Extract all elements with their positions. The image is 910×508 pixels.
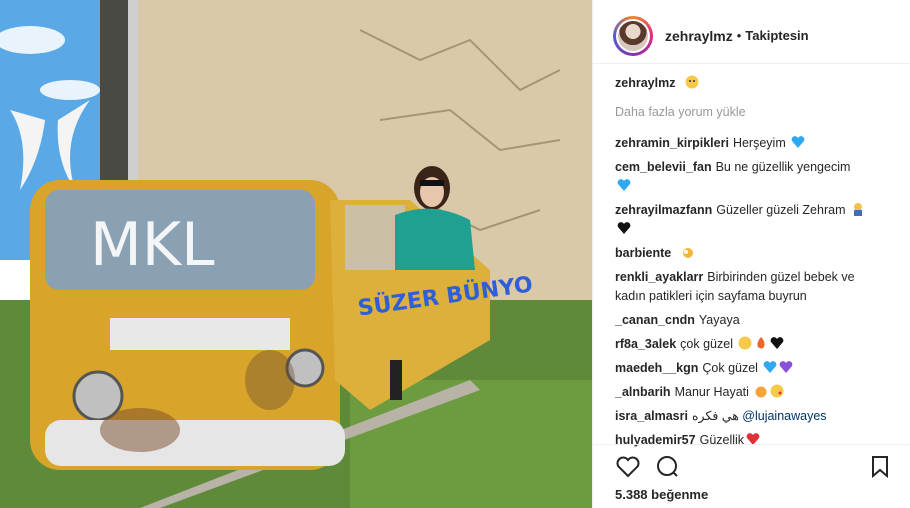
fire-icon — [757, 337, 766, 349]
kiss-face-icon — [770, 384, 784, 398]
comment-username[interactable]: renkli_ayaklarr — [615, 270, 703, 284]
post-photo[interactable]: MKL SÜZER BÜNYO — [0, 0, 592, 508]
comment-username[interactable]: rf8a_3alek — [615, 337, 676, 351]
comment-text: çok güzel — [680, 337, 733, 351]
comment-text: هي فكره — [691, 409, 739, 423]
comment: cem_belevii_fan Bu ne güzellik yengecim — [615, 158, 888, 196]
comment-username[interactable]: maedeh__kgn — [615, 361, 698, 375]
blue-heart-icon — [791, 136, 805, 148]
comment: renkli_ayaklarr Birbirinden güzel bebek v… — [615, 268, 888, 306]
username-link[interactable]: zehraylmz — [665, 28, 733, 44]
comment: zehramin_kirpikleri Herşeyim — [615, 134, 888, 153]
comment: _canan_cndn Yayaya — [615, 311, 888, 330]
comment-username[interactable]: zehramin_kirpikleri — [615, 136, 729, 150]
comment-text: Bu ne güzellik yengecim — [715, 160, 851, 174]
load-more-comments[interactable]: Daha fazla yorum yükle — [615, 103, 888, 122]
caption-username[interactable]: zehraylmz — [615, 76, 675, 90]
comment: maedeh__kgn Çok güzel — [615, 359, 888, 378]
comment: rf8a_3alek çok güzel — [615, 335, 888, 354]
comment: zehrayilmazfann Güzeller güzeli Zehram — [615, 201, 888, 239]
comment-username[interactable]: isra_almasri — [615, 409, 688, 423]
likes-count[interactable]: 5.388 beğenme — [615, 487, 890, 502]
smile-icon — [738, 336, 752, 350]
cat-heart-eyes-icon — [755, 386, 767, 398]
ok-hand-icon — [682, 248, 693, 258]
post-sidebar: zehraylmz • Takiptesin zehraylmz Daha fa… — [592, 0, 910, 508]
post-header: zehraylmz • Takiptesin — [593, 8, 910, 64]
comment-text: Manur Hayati — [674, 385, 749, 399]
comment-username[interactable]: _canan_cndn — [615, 313, 695, 327]
caption: zehraylmz — [615, 74, 888, 93]
following-button[interactable]: Takiptesin — [745, 28, 808, 43]
bookmark-icon[interactable] — [870, 455, 890, 479]
comment-text: Yayaya — [698, 313, 740, 327]
comment: isra_almasri هي فكره @lujainawayes — [615, 407, 888, 426]
comment-username[interactable]: cem_belevii_fan — [615, 160, 712, 174]
blue-heart-icon — [617, 179, 631, 191]
avatar[interactable] — [613, 15, 653, 56]
praying-icon — [853, 203, 862, 216]
comments-list: zehraylmz Daha fazla yorum yükle zehrami… — [593, 74, 910, 455]
comment-icon[interactable] — [655, 455, 681, 479]
svg-text:MKL: MKL — [90, 210, 215, 280]
comment-text: Herşeyim — [732, 136, 786, 150]
blue-heart-icon — [764, 361, 777, 373]
mention-link[interactable]: @lujainawayes — [742, 409, 826, 423]
post-actions: 5.388 beğenme — [593, 444, 910, 508]
black-heart-icon — [617, 222, 631, 234]
comment: barbiente — [615, 244, 888, 263]
comment-username[interactable]: barbiente — [615, 246, 671, 260]
comment-text: Çok güzel — [702, 361, 758, 375]
black-heart-icon — [771, 337, 784, 349]
painting-face-icon — [685, 75, 699, 89]
heart-icon[interactable] — [615, 455, 641, 479]
comment: _alnbarih Manur Hayati — [615, 383, 888, 402]
separator-dot: • — [736, 28, 742, 43]
comment-text: Güzeller güzeli Zehram — [716, 203, 846, 217]
purple-heart-icon — [780, 361, 793, 373]
comment-username[interactable]: zehrayilmazfann — [615, 203, 712, 217]
comment-username[interactable]: _alnbarih — [615, 385, 671, 399]
